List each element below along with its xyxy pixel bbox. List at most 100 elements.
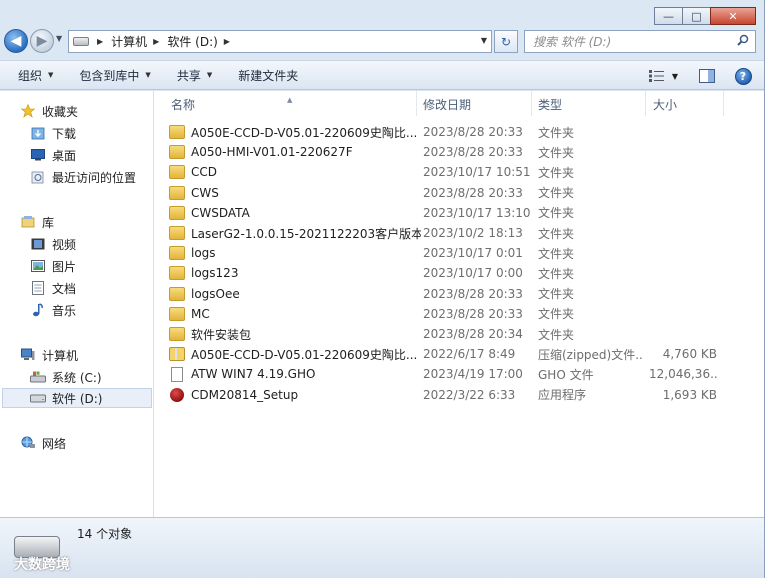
chevron-right-icon[interactable]: ▶ xyxy=(153,37,159,46)
file-row[interactable]: CWS 2023/8/28 20:33 文件夹 xyxy=(169,183,729,203)
file-name: logsOee xyxy=(191,286,240,301)
nav-music-label: 音乐 xyxy=(52,303,77,318)
back-button[interactable]: ◀ xyxy=(4,29,28,53)
chevron-down-icon[interactable]: ▼ xyxy=(481,36,487,45)
address-bar[interactable]: ▶ 计算机 ▶ 软件 (D:) ▶ ▼ xyxy=(68,30,492,53)
folder-icon xyxy=(169,226,185,240)
network-icon xyxy=(20,435,36,451)
file-date-modified: 2023/10/17 0:00 xyxy=(423,266,523,281)
file-type: 文件夹 xyxy=(538,186,575,201)
nav-desktop[interactable]: 桌面 xyxy=(30,145,76,165)
file-type: 文件夹 xyxy=(538,145,575,160)
nav-pictures[interactable]: 图片 xyxy=(30,256,76,276)
nav-downloads[interactable]: 下载 xyxy=(30,123,76,143)
nav-recent-places[interactable]: 最近访问的位置 xyxy=(30,167,136,187)
new-folder-button[interactable]: 新建文件夹 xyxy=(229,63,307,87)
videos-icon xyxy=(30,236,46,252)
file-row[interactable]: logsOee 2023/8/28 20:33 文件夹 xyxy=(169,284,729,304)
include-in-library-menu[interactable]: 包含到库中 ▼ xyxy=(70,63,159,87)
column-header-date[interactable]: 修改日期 xyxy=(423,96,471,113)
chevron-down-icon: ▼ xyxy=(48,71,54,79)
file-row[interactable]: CDM20814_Setup 2022/3/22 6:33 应用程序 1,693 KB xyxy=(169,385,729,405)
nav-documents-label: 文档 xyxy=(52,281,77,296)
nav-drive-d-label: 软件 (D:) xyxy=(52,391,103,406)
column-header-size[interactable]: 大小 xyxy=(653,96,677,113)
column-divider[interactable] xyxy=(645,91,646,116)
file-size: 1,693 KB xyxy=(662,387,717,402)
nav-drive-d[interactable]: 软件 (D:) xyxy=(2,388,152,408)
recent-places-icon xyxy=(30,169,46,185)
chevron-right-icon[interactable]: ▶ xyxy=(224,37,230,46)
column-divider[interactable] xyxy=(723,91,724,116)
column-divider[interactable] xyxy=(531,91,532,116)
nav-music[interactable]: 音乐 xyxy=(30,300,76,320)
file-name: A050-HMI-V01.01-220627F xyxy=(191,145,353,160)
file-name: CWS xyxy=(191,185,219,200)
file-row[interactable]: A050-HMI-V01.01-220627F 2023/8/28 20:33 文件… xyxy=(169,142,729,162)
close-button[interactable]: ✕ xyxy=(710,7,756,25)
chevron-down-icon: ▼ xyxy=(671,71,679,81)
column-header-type[interactable]: 类型 xyxy=(538,96,562,113)
downloads-folder-icon xyxy=(30,125,46,141)
file-date-modified: 2023/4/19 17:00 xyxy=(423,367,523,382)
file-row[interactable]: logs 2023/10/17 0:01 文件夹 xyxy=(169,243,729,263)
file-type: 文件夹 xyxy=(538,327,575,342)
nav-network[interactable]: 网络 xyxy=(20,433,66,453)
include-in-library-label: 包含到库中 xyxy=(79,68,140,83)
file-row[interactable]: A050E-CCD-D-V05.01-220609史陶比... 2022/6/17… xyxy=(169,344,729,364)
file-row[interactable]: MC 2023/8/28 20:33 文件夹 xyxy=(169,304,729,324)
column-divider[interactable] xyxy=(416,91,417,116)
file-row[interactable]: CCD 2023/10/17 10:51 文件夹 xyxy=(169,162,729,182)
file-name: CCD xyxy=(191,165,217,180)
share-label: 共享 xyxy=(176,68,201,83)
nav-drive-c[interactable]: 系统 (C:) xyxy=(30,367,102,387)
search-icon[interactable] xyxy=(737,34,749,46)
nav-computer[interactable]: 计算机 xyxy=(20,345,78,365)
nav-favorites-label: 收藏夹 xyxy=(42,104,79,119)
nav-favorites[interactable]: 收藏夹 xyxy=(20,101,78,121)
preview-pane-button[interactable] xyxy=(696,66,718,86)
forward-button[interactable]: ▶ xyxy=(30,29,54,53)
file-name: ATW WIN7 4.19.GHO xyxy=(191,367,316,382)
file-date-modified: 2022/6/17 8:49 xyxy=(423,347,516,362)
file-type: 文件夹 xyxy=(538,246,575,261)
arrow-left-icon: ◀ xyxy=(10,33,22,49)
recent-pages-dropdown[interactable]: ▼ xyxy=(56,34,62,43)
star-icon xyxy=(20,103,36,119)
view-options-dropdown[interactable]: ▼ xyxy=(668,66,682,86)
help-button[interactable]: ? xyxy=(732,66,754,86)
file-row[interactable]: CWSDATA 2023/10/17 13:10 文件夹 xyxy=(169,203,729,223)
folder-icon xyxy=(169,306,185,321)
navigation-pane: 收藏夹 下载 桌面 最近访问的位置 库 视频 图片 文档 音乐 计算机 系统 (… xyxy=(0,91,154,517)
folder-icon xyxy=(169,145,185,160)
file-row[interactable]: logs123 2023/10/17 0:00 文件夹 xyxy=(169,263,729,283)
file-row[interactable]: A050E-CCD-D-V05.01-220609史陶比... 2023/8/28… xyxy=(169,122,729,142)
file-row[interactable]: ATW WIN7 4.19.GHO 2023/4/19 17:00 GHO 文件 12… xyxy=(169,364,729,384)
refresh-button[interactable]: ↻ xyxy=(494,30,518,53)
file-row[interactable]: 软件安装包 2023/8/28 20:34 文件夹 xyxy=(169,324,729,344)
search-box[interactable] xyxy=(524,30,756,53)
nav-videos[interactable]: 视频 xyxy=(30,234,76,254)
command-bar: 组织 ▼ 包含到库中 ▼ 共享 ▼ 新建文件夹 ▼ ? xyxy=(0,60,764,90)
chevron-down-icon: ▼ xyxy=(145,71,151,79)
column-header-name[interactable]: 名称 xyxy=(171,96,195,113)
organize-label: 组织 xyxy=(18,68,43,83)
nav-documents[interactable]: 文档 xyxy=(30,278,76,298)
chevron-right-icon[interactable]: ▶ xyxy=(97,37,103,46)
file-name: A050E-CCD-D-V05.01-220609史陶比... xyxy=(191,125,418,140)
share-menu[interactable]: 共享 ▼ xyxy=(168,63,221,87)
maximize-button[interactable]: □ xyxy=(682,7,711,25)
organize-menu[interactable]: 组织 ▼ xyxy=(9,63,62,87)
breadcrumb-drive-d[interactable]: 软件 (D:) xyxy=(167,33,217,50)
change-view-button[interactable] xyxy=(646,66,668,86)
nav-network-label: 网络 xyxy=(42,436,67,451)
nav-libraries[interactable]: 库 xyxy=(20,212,54,232)
drive-icon xyxy=(73,37,89,46)
minimize-button[interactable]: — xyxy=(654,7,683,25)
libraries-icon xyxy=(20,214,36,230)
file-type: 压缩(zipped)文件... xyxy=(538,347,642,362)
breadcrumb-computer[interactable]: 计算机 xyxy=(111,33,147,50)
folder-icon xyxy=(169,185,185,200)
file-row[interactable]: LaserG2-1.0.0.15-2021122203客户版本 2023/10/2… xyxy=(169,223,729,243)
search-input[interactable] xyxy=(533,34,733,49)
